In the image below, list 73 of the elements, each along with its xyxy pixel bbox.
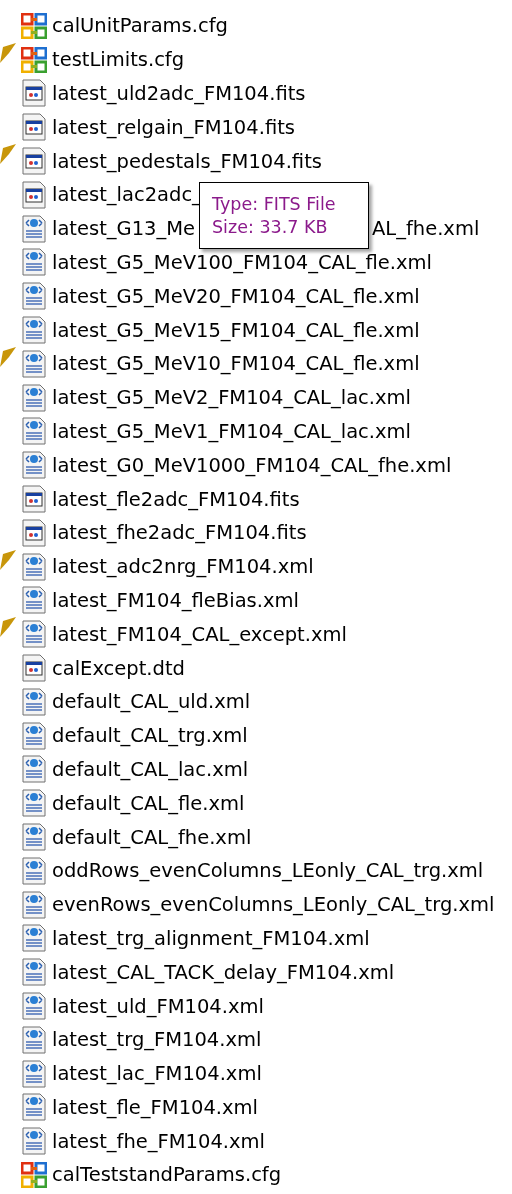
file-name[interactable]: latest_pedestals_FM104.fits [52,149,322,173]
file-name[interactable]: default_CAL_uld.xml [52,690,251,714]
window-document-icon [21,485,47,514]
file-name[interactable]: latest_G5_MeV20_FM104_CAL_fle.xml [52,284,420,308]
file-name[interactable]: calUnitParams.cfg [52,14,228,38]
file-name[interactable]: latest_G13_Me [52,217,196,241]
blocks-icon [21,12,47,39]
file-name[interactable]: latest_FM104_CAL_except.xml [52,622,347,646]
tooltip-text: Size: 33.7 KB [212,216,328,239]
globe-document-icon [21,1025,47,1054]
tooltip-text: Type: FITS File [212,193,336,216]
globe-document-icon [21,282,47,311]
blocks-icon [21,1162,47,1188]
globe-document-icon [21,823,47,851]
globe-document-icon [21,687,47,716]
globe-document-icon [21,552,47,581]
file-name[interactable]: latest_trg_FM104.xml [52,1028,262,1052]
globe-document-icon [21,417,47,446]
file-name[interactable]: latest_CAL_TACK_delay_FM104.xml [52,960,395,984]
blocks-icon [21,46,47,73]
globe-document-icon [21,755,47,784]
file-name[interactable]: latest_G5_MeV15_FM104_CAL_fle.xml [52,318,420,342]
file-name[interactable]: latest_fhe_FM104.xml [52,1129,265,1153]
globe-document-icon [21,924,47,953]
file-name[interactable]: AL_fhe.xml [372,217,480,241]
globe-document-icon [21,721,47,750]
file-name[interactable]: latest_lac_FM104.xml [52,1062,262,1086]
file-name[interactable]: evenRows_evenColumns_LEonly_CAL_trg.xml [52,893,495,917]
file-name[interactable]: default_CAL_trg.xml [52,724,248,748]
file-name[interactable]: calTeststandParams.cfg [52,1163,282,1187]
file-name[interactable]: latest_fle_FM104.xml [52,1095,258,1119]
file-name[interactable]: latest_FM104_fleBias.xml [52,588,299,612]
file-name[interactable]: latest_relgain_FM104.fits [52,115,295,139]
window-document-icon [21,518,47,547]
globe-document-icon [21,383,47,412]
file-name[interactable]: testLimits.cfg [52,48,185,72]
globe-document-icon [21,890,47,919]
globe-document-icon [21,316,47,345]
file-name[interactable]: latest_lac2adc_ [52,183,202,207]
window-document-icon [21,180,47,209]
file-name[interactable]: latest_G0_MeV1000_FM104_CAL_fhe.xml [52,453,452,477]
file-name[interactable]: latest_G5_MeV1_FM104_CAL_lac.xml [52,419,411,443]
file-name[interactable]: latest_adc2nrg_FM104.xml [52,555,314,579]
globe-document-icon [21,789,47,818]
window-document-icon [21,654,47,683]
file-name[interactable]: latest_trg_alignment_FM104.xml [52,926,370,950]
file-name[interactable]: latest_fhe2adc_FM104.fits [52,521,307,545]
globe-document-icon [21,1127,47,1156]
globe-document-icon [21,992,47,1020]
globe-document-icon [21,451,47,480]
globe-document-icon [21,1093,47,1122]
file-name[interactable]: default_CAL_fhe.xml [52,825,252,849]
file-name[interactable]: default_CAL_lac.xml [52,757,249,781]
globe-document-icon [21,1059,47,1088]
globe-document-icon [21,349,47,378]
file-name[interactable]: latest_uld_FM104.xml [52,994,264,1018]
globe-document-icon [21,214,47,243]
window-document-icon [21,113,47,142]
file-name[interactable]: calExcept.dtd [52,656,185,680]
window-document-icon [21,147,47,176]
globe-document-icon [21,620,47,649]
file-name[interactable]: latest_G5_MeV2_FM104_CAL_lac.xml [52,386,411,410]
globe-document-icon [21,958,47,987]
globe-document-icon [21,248,47,277]
file-name[interactable]: oddRows_evenColumns_LEonly_CAL_trg.xml [52,859,484,883]
file-name[interactable]: latest_fle2adc_FM104.fits [52,487,300,511]
file-name[interactable]: default_CAL_fle.xml [52,791,245,815]
file-name[interactable]: latest_uld2adc_FM104.fits [52,82,306,105]
globe-document-icon [21,856,47,885]
file-name[interactable]: latest_G5_MeV100_FM104_CAL_fle.xml [52,250,432,274]
window-document-icon [21,79,47,108]
globe-document-icon [21,586,47,615]
file-name[interactable]: latest_G5_MeV10_FM104_CAL_fle.xml [52,352,420,376]
